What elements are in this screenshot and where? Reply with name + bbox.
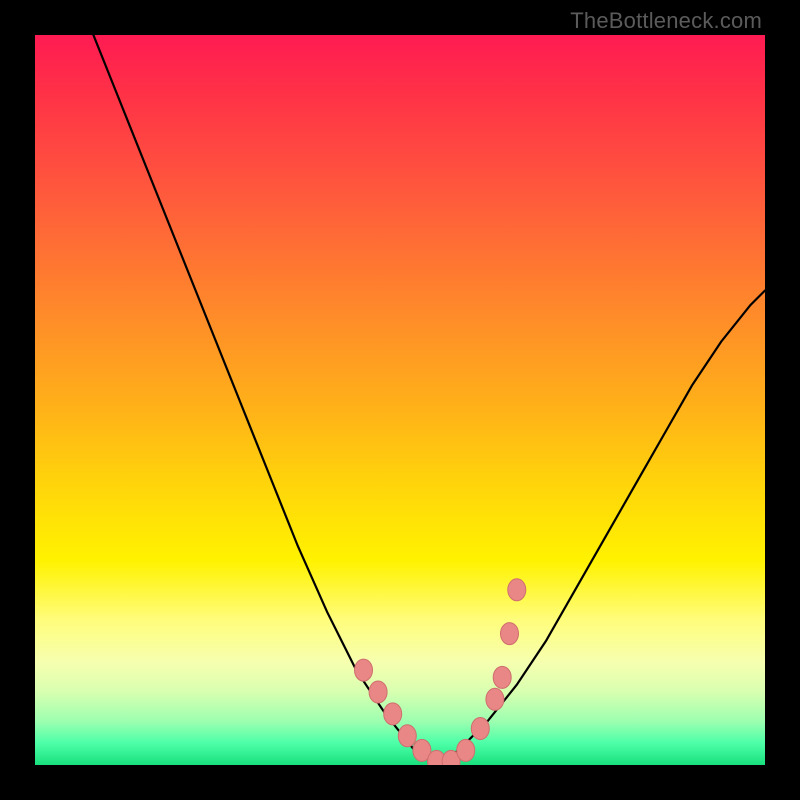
curve-marker (457, 739, 475, 761)
curve-right-branch (437, 291, 766, 766)
curve-marker (508, 579, 526, 601)
chart-frame: TheBottleneck.com (0, 0, 800, 800)
chart-svg (35, 35, 765, 765)
curve-marker (471, 718, 489, 740)
marker-group (355, 579, 526, 765)
curve-left-branch (93, 35, 436, 765)
curve-marker (493, 666, 511, 688)
watermark-text: TheBottleneck.com (570, 8, 762, 34)
curve-marker (501, 623, 519, 645)
curve-marker (486, 688, 504, 710)
curve-marker (355, 659, 373, 681)
curve-marker (384, 703, 402, 725)
curve-marker (398, 725, 416, 747)
curve-marker (369, 681, 387, 703)
curve-group (93, 35, 765, 765)
plot-area (35, 35, 765, 765)
